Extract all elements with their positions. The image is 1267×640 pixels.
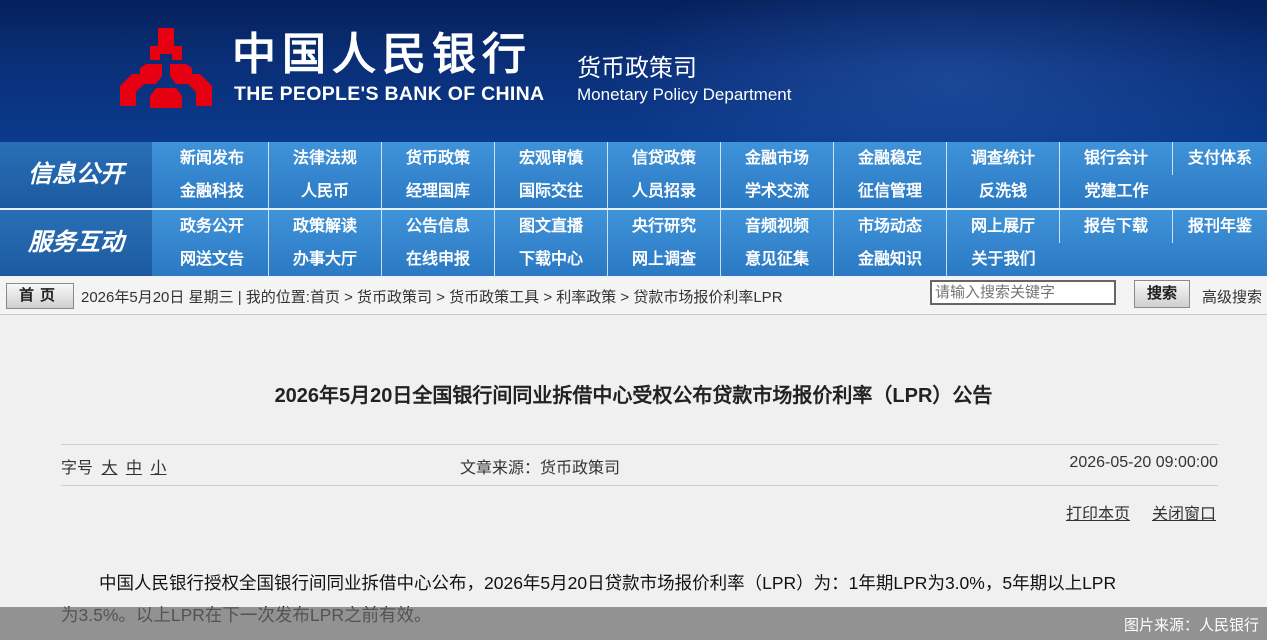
nav-item[interactable]: 金融知识 <box>834 243 947 276</box>
bank-name-cn: 中国人民银行 <box>232 29 532 80</box>
bank-name-en: THE PEOPLE'S BANK OF CHINA <box>234 83 545 105</box>
nav-item[interactable]: 金融市场 <box>721 142 834 175</box>
nav-item[interactable]: 党建工作 <box>1060 175 1173 208</box>
nav-item[interactable]: 网上调查 <box>608 243 721 276</box>
nav-item[interactable]: 关于我们 <box>947 243 1060 276</box>
image-source-caption: 图片来源：人民银行 <box>1123 617 1259 634</box>
breadcrumb[interactable]: 2026年5月20日 星期三 | 我的位置:首页 > 货币政策司 > 货币政策工… <box>81 286 783 307</box>
nav-item[interactable]: 音频视频 <box>721 210 834 243</box>
divider-top <box>61 444 1218 445</box>
department-name-en: Monetary Policy Department <box>577 85 792 104</box>
nav-item[interactable]: 人民币 <box>269 175 382 208</box>
nav-item[interactable]: 调查统计 <box>947 142 1060 175</box>
nav-item[interactable]: 网送文告 <box>156 243 269 276</box>
nav-item[interactable]: 央行研究 <box>608 210 721 243</box>
font-medium-link[interactable]: 中 <box>126 460 142 477</box>
font-small-link[interactable]: 小 <box>150 460 166 477</box>
search-input[interactable] <box>930 280 1116 305</box>
nav-item[interactable]: 支付体系 <box>1173 142 1267 175</box>
nav-item[interactable]: 信贷政策 <box>608 142 721 175</box>
search-button[interactable]: 搜索 <box>1134 280 1190 308</box>
nav-item[interactable]: 公告信息 <box>382 210 495 243</box>
nav-item[interactable]: 征信管理 <box>834 175 947 208</box>
info-nav-block: 信息公开 新闻发布 法律法规 货币政策 宏观审慎 信贷政策 金融市场 金融稳定 … <box>0 142 1267 208</box>
advanced-search-link[interactable]: 高级搜索 <box>1202 286 1262 307</box>
body-paragraph-line-1: 中国人民银行授权全国银行间同业拆借中心公布，2026年5月20日贷款市场报价利率… <box>99 573 1117 593</box>
nav-item[interactable]: 反洗钱 <box>947 175 1060 208</box>
nav-item[interactable]: 新闻发布 <box>156 142 269 175</box>
breadcrumb-bar: 首页 2026年5月20日 星期三 | 我的位置:首页 > 货币政策司 > 货币… <box>0 277 1267 315</box>
article-source: 文章来源：货币政策司 <box>460 460 621 477</box>
nav-item[interactable]: 货币政策 <box>382 142 495 175</box>
header-banner: 中国人民银行 THE PEOPLE'S BANK OF CHINA 货币政策司 … <box>0 0 1267 142</box>
pboc-logo-icon <box>120 28 212 108</box>
image-source-caption-bar: 图片来源：人民银行 <box>0 607 1267 640</box>
nav-item[interactable]: 法律法规 <box>269 142 382 175</box>
nav-item[interactable]: 网上展厅 <box>947 210 1060 243</box>
department-name-cn: 货币政策司 <box>577 55 697 82</box>
nav-item[interactable]: 国际交往 <box>495 175 608 208</box>
nav-item[interactable]: 在线申报 <box>382 243 495 276</box>
divider-bottom <box>61 485 1218 486</box>
nav-item[interactable]: 下载中心 <box>495 243 608 276</box>
article-title: 2026年5月20日全国银行间同业拆借中心受权公布贷款市场报价利率（LPR）公告 <box>274 385 993 407</box>
nav-item[interactable]: 宏观审慎 <box>495 142 608 175</box>
home-button[interactable]: 首页 <box>6 283 74 309</box>
nav-item[interactable]: 学术交流 <box>721 175 834 208</box>
banner-glow <box>600 0 1267 142</box>
nav-item[interactable]: 银行会计 <box>1060 142 1173 175</box>
nav-item[interactable]: 金融科技 <box>156 175 269 208</box>
nav-item[interactable]: 政策解读 <box>269 210 382 243</box>
article-content: 2026年5月20日全国银行间同业拆借中心受权公布贷款市场报价利率（LPR）公告… <box>0 315 1267 640</box>
nav-item[interactable]: 市场动态 <box>834 210 947 243</box>
font-size-controls: 字号 大 中 小 <box>61 454 166 478</box>
main-navigation: 信息公开 新闻发布 法律法规 货币政策 宏观审慎 信贷政策 金融市场 金融稳定 … <box>0 142 1267 276</box>
nav-item[interactable]: 人员招录 <box>608 175 721 208</box>
article-datetime: 2026-05-20 09:00:00 <box>1069 454 1218 471</box>
close-window-link[interactable]: 关闭窗口 <box>1152 500 1216 524</box>
nav-item[interactable]: 政务公开 <box>156 210 269 243</box>
font-size-label: 字号 <box>61 460 94 477</box>
nav-item[interactable]: 报告下载 <box>1060 210 1173 243</box>
font-large-link[interactable]: 大 <box>101 460 117 477</box>
print-page-link[interactable]: 打印本页 <box>1066 500 1130 524</box>
nav-item[interactable]: 意见征集 <box>721 243 834 276</box>
nav-item[interactable]: 金融稳定 <box>834 142 947 175</box>
nav-item[interactable]: 图文直播 <box>495 210 608 243</box>
service-nav-block: 服务互动 政务公开 政策解读 公告信息 图文直播 央行研究 音频视频 市场动态 … <box>0 210 1267 276</box>
info-disclosure-title[interactable]: 信息公开 <box>0 142 152 208</box>
nav-item[interactable]: 报刊年鉴 <box>1173 210 1267 243</box>
nav-item[interactable]: 办事大厅 <box>269 243 382 276</box>
service-interaction-title[interactable]: 服务互动 <box>0 210 152 276</box>
nav-item[interactable]: 经理国库 <box>382 175 495 208</box>
